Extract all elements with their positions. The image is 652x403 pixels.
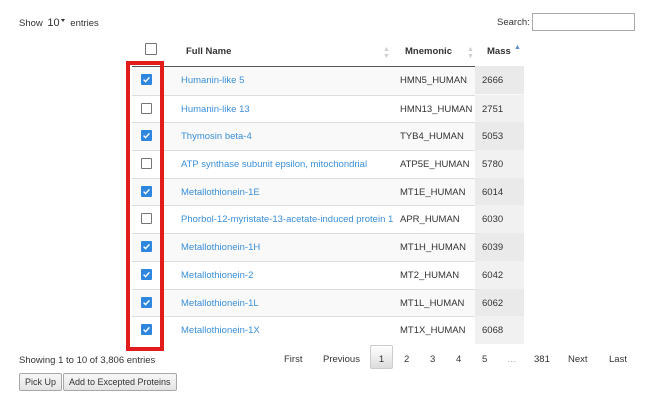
row-checkbox[interactable] — [141, 268, 152, 280]
pagination-page-4[interactable]: 4 — [456, 354, 461, 365]
pick-up-button[interactable]: Pick Up — [19, 373, 63, 391]
mnemonic-cell: MT1E_HUMAN — [400, 186, 466, 198]
column-header-mass[interactable]: Mass — [487, 46, 511, 57]
pagination-page-2[interactable]: 2 — [404, 354, 409, 365]
search-label: Search: — [497, 17, 530, 28]
sort-icon: ▲ ▼ — [383, 46, 390, 60]
row-checkbox[interactable] — [141, 213, 152, 225]
mass-cell: 5053 — [475, 122, 524, 151]
pagination-page-last[interactable]: 381 — [534, 354, 550, 365]
column-header-full-name[interactable]: Full Name — [186, 46, 231, 57]
pagination-next[interactable]: Next — [568, 354, 588, 365]
sort-icon: ▲ ▼ — [467, 46, 474, 60]
pagination-page-1[interactable]: 1 — [370, 345, 393, 369]
protein-name-link[interactable]: Metallothionein-1E — [181, 187, 260, 198]
protein-name-link[interactable]: Metallothionein-1H — [181, 242, 260, 253]
mnemonic-cell: HMN5_HUMAN — [400, 75, 468, 86]
mnemonic-cell: ATP5E_HUMAN — [400, 159, 470, 171]
mass-cell: 6042 — [475, 260, 524, 289]
table-row: Metallothionein-1H MT1H_HUMAN 6039 — [132, 233, 524, 261]
sort-ascending-icon: ▲ — [514, 44, 521, 51]
row-checkbox[interactable] — [141, 74, 152, 85]
chevron-down-icon — [60, 19, 65, 22]
mass-cell: 6062 — [475, 288, 524, 317]
length-select[interactable]: 10 — [47, 17, 59, 29]
protein-name-link[interactable]: Metallothionein-2 — [181, 270, 253, 281]
mass-cell: 6014 — [475, 177, 524, 206]
mnemonic-cell: MT1X_HUMAN — [400, 325, 466, 337]
column-header-mnemonic[interactable]: Mnemonic — [405, 46, 452, 57]
row-checkbox[interactable] — [141, 296, 152, 308]
table-info: Showing 1 to 10 of 3,806 entries — [19, 355, 156, 366]
mass-cell: 2751 — [475, 94, 524, 123]
protein-name-link[interactable]: Phorbol-12-myristate-13-acetate-induced … — [181, 214, 393, 225]
protein-name-link[interactable]: Thymosin beta-4 — [181, 131, 252, 142]
proteins-table: Full Name ▲ ▼ Mnemonic ▲ ▼ Mass ▲ Humanin-… — [132, 38, 524, 344]
select-all-checkbox[interactable] — [145, 43, 157, 55]
mnemonic-cell: MT1L_HUMAN — [400, 297, 465, 309]
row-checkbox[interactable] — [141, 158, 152, 170]
mass-cell: 5780 — [475, 150, 524, 178]
table-row: Metallothionein-2 MT2_HUMAN 6042 — [132, 260, 524, 289]
mnemonic-cell: TYB4_HUMAN — [400, 131, 464, 143]
pagination-page-5[interactable]: 5 — [482, 354, 487, 365]
pagination-previous[interactable]: Previous — [323, 354, 360, 365]
search-input[interactable] — [532, 13, 635, 31]
table-row: Metallothionein-1X MT1X_HUMAN 6068 — [132, 316, 524, 344]
mass-cell: 6030 — [475, 205, 524, 234]
protein-name-link[interactable]: Metallothionein-1L — [181, 298, 259, 309]
row-checkbox[interactable] — [141, 241, 152, 253]
row-checkbox[interactable] — [141, 324, 152, 336]
table-row: Thymosin beta-4 TYB4_HUMAN 5053 — [132, 122, 524, 151]
length-menu-prefix: Show — [19, 18, 43, 29]
protein-name-link[interactable]: Humanin-like 13 — [181, 104, 250, 115]
mnemonic-cell: HMN13_HUMAN — [400, 103, 473, 115]
table-header: Full Name ▲ ▼ Mnemonic ▲ ▼ Mass ▲ — [132, 38, 524, 67]
table-row: ATP synthase subunit epsilon, mitochondr… — [132, 150, 524, 178]
protein-name-link[interactable]: Metallothionein-1X — [181, 325, 260, 336]
add-to-excepted-proteins-button[interactable]: Add to Excepted Proteins — [63, 373, 177, 391]
row-checkbox[interactable] — [141, 102, 152, 114]
row-checkbox[interactable] — [141, 185, 152, 197]
protein-name-link[interactable]: ATP synthase subunit epsilon, mitochondr… — [181, 159, 367, 170]
mnemonic-cell: APR_HUMAN — [400, 214, 460, 226]
length-menu-suffix: entries — [70, 18, 99, 29]
pagination-ellipsis: … — [507, 354, 517, 365]
table-row: Humanin-like 13 HMN13_HUMAN 2751 — [132, 94, 524, 123]
mass-cell: 2666 — [475, 66, 524, 94]
mass-cell: 6068 — [475, 316, 524, 344]
table-body: Humanin-like 5 HMN5_HUMAN 2666 Humanin-like… — [132, 66, 524, 344]
row-checkbox[interactable] — [141, 130, 152, 142]
table-row: Metallothionein-1L MT1L_HUMAN 6062 — [132, 288, 524, 317]
mnemonic-cell: MT1H_HUMAN — [400, 242, 466, 254]
table-row: Metallothionein-1E MT1E_HUMAN 6014 — [132, 177, 524, 206]
table-row: Humanin-like 5 HMN5_HUMAN 2666 — [132, 66, 524, 95]
pagination-page-3[interactable]: 3 — [430, 354, 435, 365]
mnemonic-cell: MT2_HUMAN — [400, 269, 460, 281]
pagination-last[interactable]: Last — [609, 354, 627, 365]
table-row: Phorbol-12-myristate-13-acetate-induced … — [132, 205, 524, 234]
mass-cell: 6039 — [475, 233, 524, 261]
protein-name-link[interactable]: Humanin-like 5 — [181, 75, 244, 86]
pagination-first[interactable]: First — [284, 354, 302, 365]
length-menu: Show 10 entries — [19, 17, 99, 29]
